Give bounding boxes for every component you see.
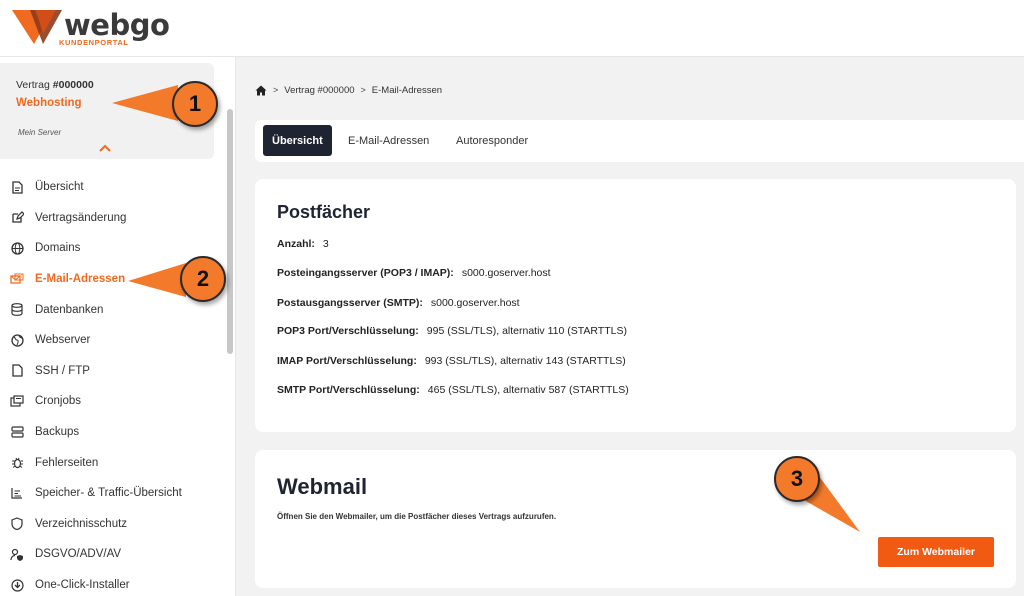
sidebar: Vertrag #000000 Webhosting Mein Server Ü… <box>0 57 236 596</box>
backup-server-icon <box>10 425 24 439</box>
webmail-card: Webmail Öffnen Sie den Webmailer, um die… <box>255 450 1016 588</box>
sidebar-item-verzeichnisschutz[interactable]: Verzeichnisschutz <box>0 509 222 540</box>
tab-autoresponder[interactable]: Autoresponder <box>447 125 537 156</box>
webserver-globe-icon <box>10 333 24 347</box>
sidebar-item-uebersicht[interactable]: Übersicht <box>0 172 222 203</box>
webmailer-button[interactable]: Zum Webmailer <box>878 537 994 567</box>
contract-number: #000000 <box>52 79 94 91</box>
info-value: s000.goserver.host <box>430 297 520 309</box>
info-key: POP3 Port/Verschlüsselung: <box>277 325 419 337</box>
postfaecher-title: Postfächer <box>277 202 371 222</box>
sidebar-item-dsgvo[interactable]: DSGVO/ADV/AV <box>0 539 222 570</box>
contract-label: Vertrag #000000 <box>16 79 94 91</box>
info-value: 465 (SSL/TLS), alternativ 587 (STARTTLS) <box>427 384 629 396</box>
download-circle-icon <box>10 578 24 592</box>
sidebar-nav: Übersicht Vertragsänderung Domains E-Mai… <box>0 172 222 596</box>
sidebar-item-webserver[interactable]: Webserver <box>0 325 222 356</box>
sidebar-item-domains[interactable]: Domains <box>0 233 222 264</box>
annotation-badge-1: 1 <box>172 81 218 127</box>
contract-label-text: Vertrag <box>16 79 50 91</box>
contract-type: Webhosting <box>16 97 82 109</box>
sidebar-item-ssh-ftp[interactable]: SSH / FTP <box>0 356 222 387</box>
sidebar-item-label: SSH / FTP <box>35 364 90 377</box>
logo-mark-icon <box>12 10 62 44</box>
chevron-up-icon[interactable] <box>98 143 112 153</box>
sidebar-item-label: Cronjobs <box>35 395 82 408</box>
document-icon <box>10 180 24 194</box>
sidebar-item-speicher-traffic[interactable]: Speicher- & Traffic-Übersicht <box>0 478 222 509</box>
info-row-count: Anzahl: 3 <box>277 238 329 250</box>
top-bar: webgo KUNDENPORTAL <box>0 0 1024 57</box>
info-value: s000.goserver.host <box>461 267 551 279</box>
sidebar-item-cronjobs[interactable]: Cronjobs <box>0 386 222 417</box>
sidebar-item-label: Übersicht <box>35 181 84 194</box>
sidebar-item-backups[interactable]: Backups <box>0 417 222 448</box>
sidebar-item-label: Fehlerseiten <box>35 456 99 469</box>
info-value: 993 (SSL/TLS), alternativ 143 (STARTTLS) <box>424 355 626 367</box>
breadcrumb-item-current: E-Mail-Adressen <box>371 84 443 96</box>
webmail-description: Öffnen Sie den Webmailer, um die Postfäc… <box>277 512 557 521</box>
contract-server: Mein Server <box>18 128 62 137</box>
tab-bar: Übersicht E-Mail-Adressen Autoresponder <box>255 120 1024 162</box>
sidebar-item-label: Vertragsänderung <box>35 211 127 224</box>
sidebar-item-one-click-installer[interactable]: One-Click-Installer <box>0 570 222 596</box>
breadcrumb-item-contract[interactable]: Vertrag #000000 <box>284 85 354 96</box>
sidebar-item-label: DSGVO/ADV/AV <box>35 548 122 561</box>
sidebar-item-label: One-Click-Installer <box>35 579 130 592</box>
shield-icon <box>10 517 24 531</box>
sidebar-item-label: Backups <box>35 426 80 439</box>
sidebar-item-label: Datenbanken <box>35 303 104 316</box>
info-row-imap-port: IMAP Port/Verschlüsselung: 993 (SSL/TLS),… <box>277 355 626 367</box>
webmail-title: Webmail <box>277 474 368 499</box>
info-key: Posteingangsserver (POP3 / IMAP): <box>277 267 454 279</box>
sidebar-item-label: Webserver <box>35 334 91 347</box>
sidebar-item-label: E-Mail-Adressen <box>35 273 126 286</box>
annotation-badge-2: 2 <box>180 256 226 302</box>
sidebar-scrollbar[interactable] <box>227 109 233 354</box>
edit-icon <box>10 211 24 225</box>
home-icon[interactable] <box>255 85 267 96</box>
tab-email-adressen[interactable]: E-Mail-Adressen <box>339 125 438 156</box>
sidebar-item-label: Verzeichnisschutz <box>35 517 128 530</box>
bar-chart-icon <box>10 486 24 500</box>
info-key: IMAP Port/Verschlüsselung: <box>277 355 417 367</box>
info-key: SMTP Port/Verschlüsselung: <box>277 384 420 396</box>
bug-icon <box>10 456 24 470</box>
database-icon <box>10 303 24 317</box>
breadcrumb-separator-icon: > <box>360 85 366 95</box>
info-row-smtp-port: SMTP Port/Verschlüsselung: 465 (SSL/TLS),… <box>277 384 629 396</box>
cronjobs-icon <box>10 394 24 408</box>
webgo-logo[interactable]: webgo KUNDENPORTAL <box>12 8 170 50</box>
user-shield-icon <box>10 547 24 561</box>
info-row-incoming-server: Posteingangsserver (POP3 / IMAP): s000.go… <box>277 267 551 279</box>
info-value: 3 <box>322 238 329 250</box>
info-row-pop3-port: POP3 Port/Verschlüsselung: 995 (SSL/TLS),… <box>277 325 627 337</box>
info-key: Postausgangsserver (SMTP): <box>277 297 423 309</box>
info-value: 995 (SSL/TLS), alternativ 110 (STARTTLS) <box>426 325 627 337</box>
sidebar-item-label: Speicher- & Traffic-Übersicht <box>35 487 182 500</box>
info-row-outgoing-server: Postausgangsserver (SMTP): s000.goserver.… <box>277 297 520 309</box>
annotation-badge-3: 3 <box>774 456 820 502</box>
logo-text: webgo <box>64 8 170 42</box>
sidebar-item-datenbanken[interactable]: Datenbanken <box>0 294 222 325</box>
globe-icon <box>10 241 24 255</box>
sidebar-item-vertragsaenderung[interactable]: Vertragsänderung <box>0 203 222 234</box>
postfaecher-card: Postfächer Anzahl: 3 Posteingangsserver (… <box>255 179 1016 432</box>
sidebar-item-label: Domains <box>35 242 81 255</box>
breadcrumb-separator-icon: > <box>273 85 279 95</box>
sidebar-item-fehlerseiten[interactable]: Fehlerseiten <box>0 447 222 478</box>
logo-subtitle: KUNDENPORTAL <box>59 38 129 47</box>
breadcrumb: > Vertrag #000000 > E-Mail-Adressen <box>255 82 442 98</box>
tab-uebersicht[interactable]: Übersicht <box>263 125 332 156</box>
file-icon <box>10 364 24 378</box>
info-key: Anzahl: <box>277 238 315 250</box>
mail-icon <box>10 272 24 286</box>
